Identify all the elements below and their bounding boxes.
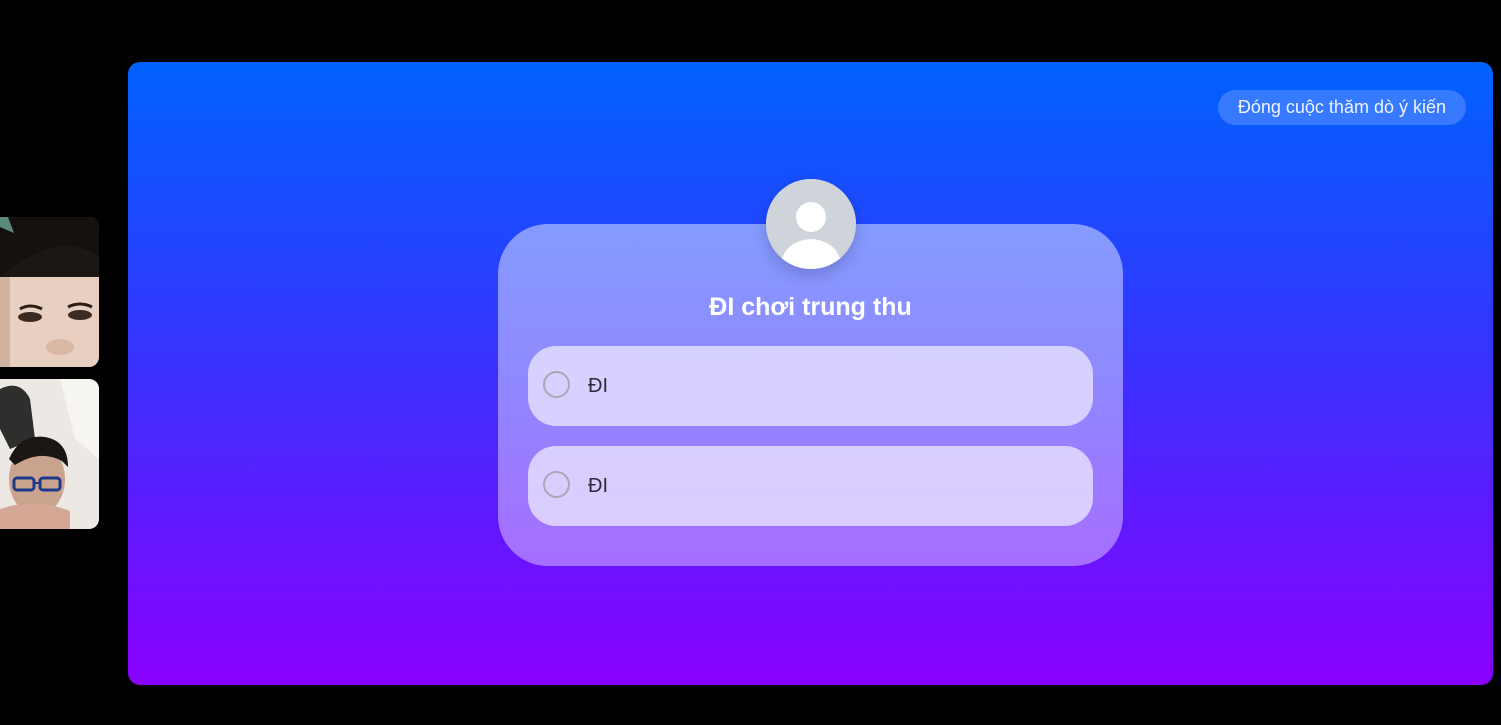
participant-video-tile[interactable] <box>0 217 99 367</box>
participant-video-image <box>0 379 99 529</box>
participant-video-image <box>0 217 99 367</box>
poll-question: ĐI chơi trung thu <box>709 293 912 321</box>
poll-stage: Đóng cuộc thăm dò ý kiến ĐI chơi trung t… <box>128 62 1493 685</box>
radio-icon[interactable] <box>543 371 570 398</box>
user-avatar-icon <box>766 179 856 269</box>
poll-option[interactable]: ĐI <box>528 446 1093 526</box>
poll-option-label: ĐI <box>588 475 608 497</box>
poll-option-label: ĐI <box>588 375 608 397</box>
poll-card: ĐI chơi trung thu ĐI ĐI <box>498 224 1123 566</box>
participant-video-tile[interactable] <box>0 379 99 529</box>
radio-icon[interactable] <box>543 471 570 498</box>
meeting-screen: Đóng cuộc thăm dò ý kiến ĐI chơi trung t… <box>0 0 1501 725</box>
poll-option[interactable]: ĐI <box>528 346 1093 426</box>
close-poll-button[interactable]: Đóng cuộc thăm dò ý kiến <box>1217 90 1466 125</box>
